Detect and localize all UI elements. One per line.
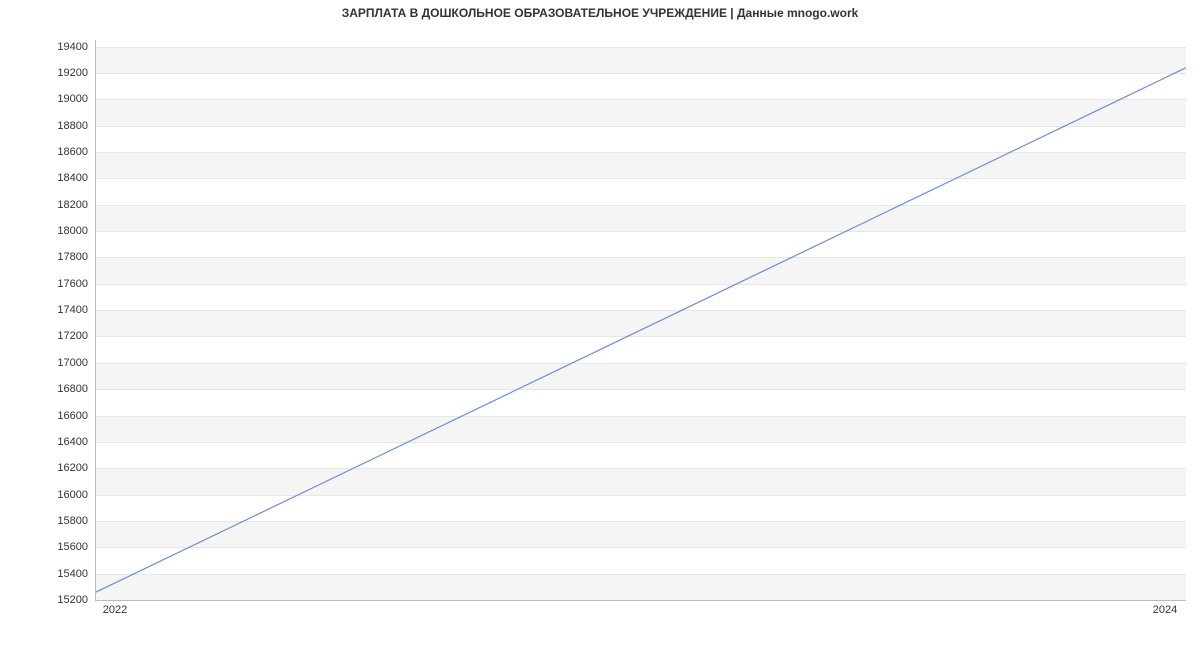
y-tick-label: 18400 — [8, 172, 88, 184]
y-tick-label: 16400 — [8, 436, 88, 448]
x-tick-label: 2024 — [1153, 604, 1177, 616]
y-tick-label: 17200 — [8, 330, 88, 342]
y-tick-label: 15200 — [8, 594, 88, 606]
x-tick-label: 2022 — [103, 604, 127, 616]
y-tick-label: 18800 — [8, 120, 88, 132]
y-tick-label: 19400 — [8, 41, 88, 53]
y-tick-label: 15800 — [8, 515, 88, 527]
gridline — [96, 600, 1186, 601]
y-tick-label: 16600 — [8, 410, 88, 422]
y-tick-label: 18200 — [8, 199, 88, 211]
y-tick-label: 18000 — [8, 225, 88, 237]
y-tick-label: 19200 — [8, 67, 88, 79]
y-tick-label: 18600 — [8, 146, 88, 158]
chart-title: ЗАРПЛАТА В ДОШКОЛЬНОЕ ОБРАЗОВАТЕЛЬНОЕ УЧ… — [0, 6, 1200, 20]
y-tick-label: 17000 — [8, 357, 88, 369]
y-tick-label: 17600 — [8, 278, 88, 290]
y-tick-label: 17800 — [8, 251, 88, 263]
y-tick-label: 16000 — [8, 489, 88, 501]
series-layer — [96, 40, 1186, 600]
y-tick-label: 16800 — [8, 383, 88, 395]
series-line — [96, 68, 1186, 592]
y-tick-label: 17400 — [8, 304, 88, 316]
y-tick-label: 19000 — [8, 93, 88, 105]
line-chart: ЗАРПЛАТА В ДОШКОЛЬНОЕ ОБРАЗОВАТЕЛЬНОЕ УЧ… — [0, 0, 1200, 650]
y-tick-label: 15400 — [8, 568, 88, 580]
y-tick-label: 15600 — [8, 541, 88, 553]
y-tick-label: 16200 — [8, 462, 88, 474]
plot-area — [95, 40, 1186, 601]
